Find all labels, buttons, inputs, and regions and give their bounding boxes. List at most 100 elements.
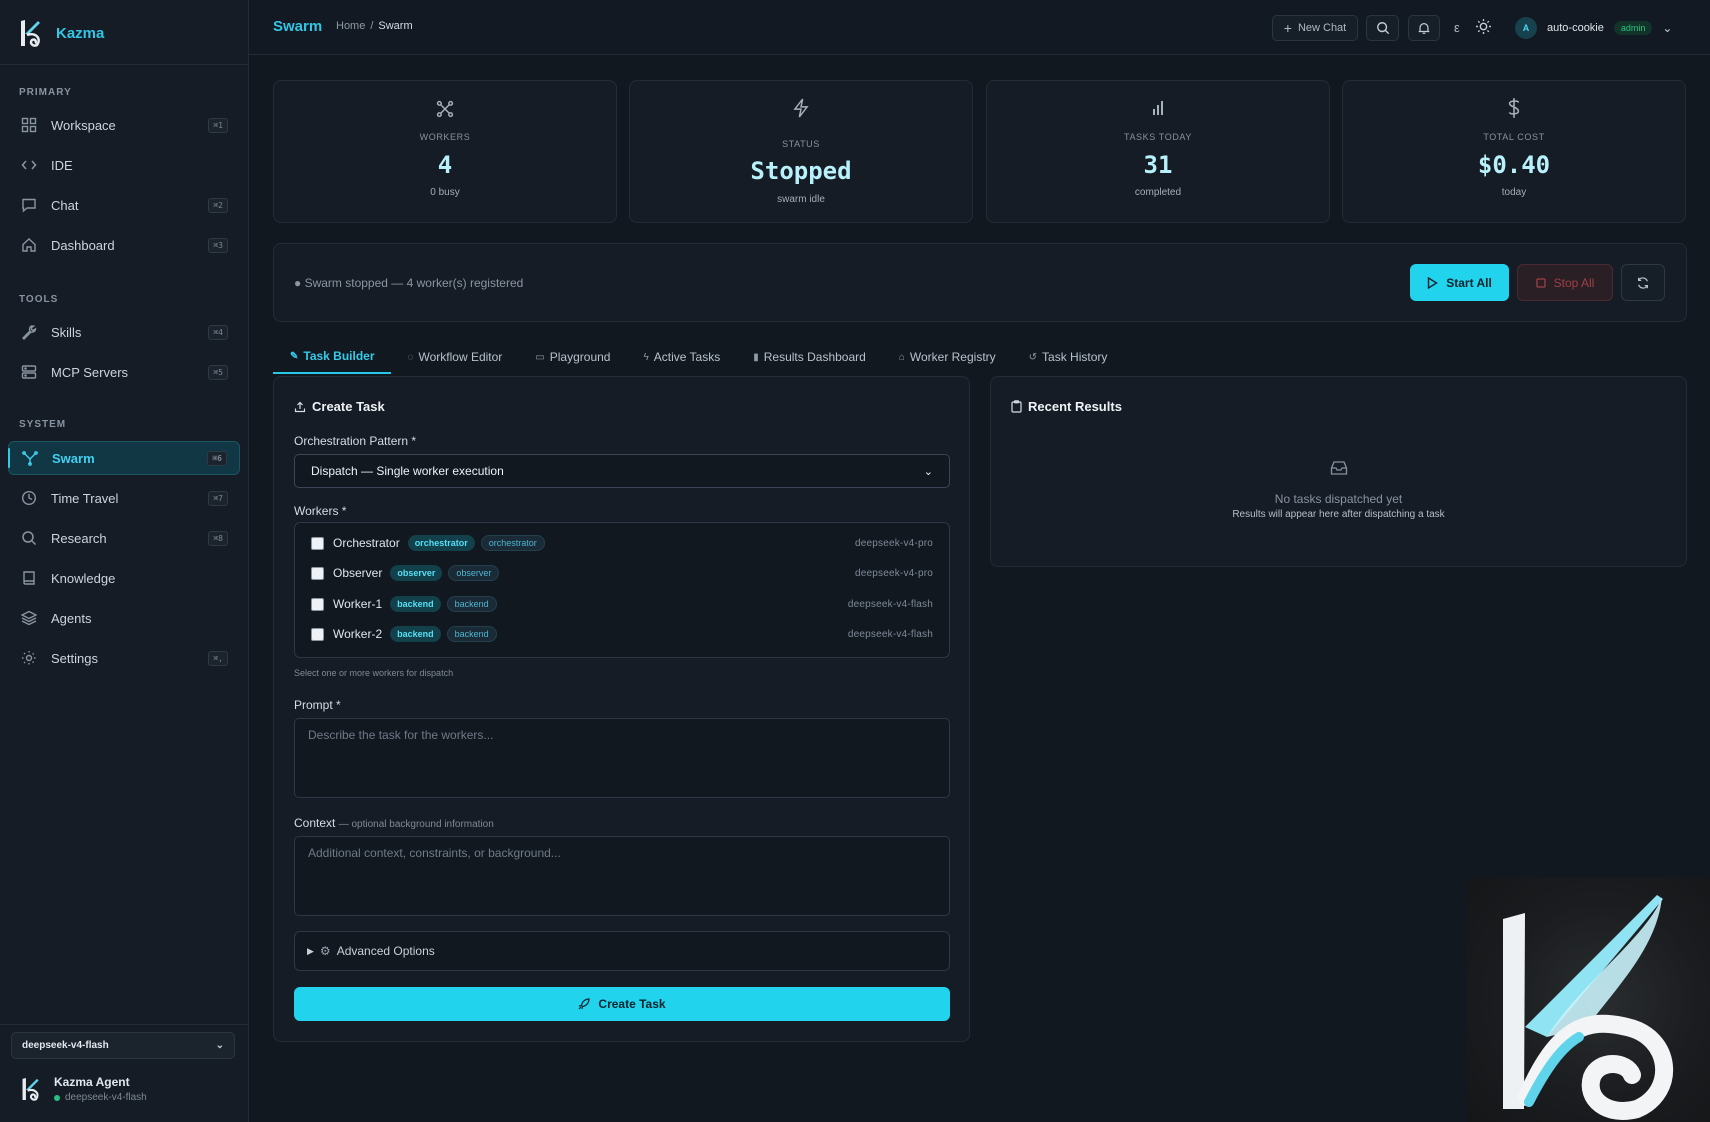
sidebar-item-ide[interactable]: IDE bbox=[8, 148, 240, 182]
dollar-icon bbox=[1343, 97, 1685, 119]
worker-row[interactable]: Worker-1 backend backend deepseek-v4-fla… bbox=[311, 594, 933, 614]
gear-icon bbox=[20, 649, 38, 667]
create-task-label: Create Task bbox=[598, 997, 666, 1011]
tab-results-dashboard[interactable]: ▮ Results Dashboard bbox=[736, 340, 882, 374]
sidebar-item-research[interactable]: Research ⌘8 bbox=[8, 521, 240, 555]
worker-checkbox[interactable] bbox=[311, 597, 324, 611]
stat-sub: 0 busy bbox=[430, 187, 460, 198]
context-label-sub: — optional background information bbox=[338, 819, 494, 830]
shortcut-badge: ⌘8 bbox=[208, 530, 228, 546]
sidebar-item-skills[interactable]: Skills ⌘4 bbox=[8, 315, 240, 349]
workers-label: Workers * bbox=[294, 504, 347, 518]
shortcut-badge: ⌘2 bbox=[208, 197, 228, 213]
bar-chart-icon: ▮ bbox=[753, 351, 759, 363]
sidebar-item-label: IDE bbox=[51, 157, 73, 173]
create-task-title: Create Task bbox=[312, 399, 385, 414]
model-select-value: deepseek-v4-flash bbox=[22, 1040, 109, 1051]
worker-role-badge: backend bbox=[390, 596, 441, 612]
create-task-panel: Create Task Orchestration Pattern * Disp… bbox=[273, 376, 970, 1042]
worker-model: deepseek-v4-pro bbox=[854, 567, 933, 579]
notifications-button[interactable] bbox=[1408, 15, 1440, 41]
breadcrumb: Home / Swarm bbox=[336, 20, 413, 32]
code-icon bbox=[20, 156, 38, 174]
user-menu[interactable]: A auto-cookie admin ⌄ bbox=[1515, 17, 1672, 39]
stat-label: WORKERS bbox=[419, 132, 471, 142]
breadcrumb-separator: / bbox=[370, 20, 374, 32]
workers-list: Orchestrator orchestrator orchestrator d… bbox=[294, 522, 950, 658]
shortcut-badge: ⌘5 bbox=[208, 364, 228, 380]
shortcut-badge: ⌘, bbox=[208, 650, 228, 666]
top-bar: Swarm Home / Swarm + New Chat ε A auto-c… bbox=[249, 0, 1710, 55]
worker-checkbox[interactable] bbox=[311, 536, 324, 550]
tab-active-tasks[interactable]: ϟ Active Tasks bbox=[626, 340, 736, 374]
shortcut-badge: ⌘6 bbox=[207, 450, 227, 466]
tab-task-history[interactable]: ↺ Task History bbox=[1012, 340, 1124, 374]
orchestration-pattern-select[interactable]: Dispatch — Single worker execution ⌄ bbox=[294, 454, 950, 488]
tab-worker-registry[interactable]: ⌂ Worker Registry bbox=[882, 340, 1012, 374]
advanced-options-toggle[interactable]: ▶ ⚙ Advanced Options bbox=[294, 931, 950, 971]
model-select[interactable]: deepseek-v4-flash ⌄ bbox=[11, 1032, 235, 1059]
sidebar-item-mcp-servers[interactable]: MCP Servers ⌘5 bbox=[8, 355, 240, 389]
bell-icon bbox=[1418, 23, 1430, 34]
tab-playground[interactable]: ▭ Playground bbox=[518, 340, 626, 374]
bolt-icon: ϟ bbox=[643, 351, 649, 363]
gear-icon: ⚙ bbox=[319, 944, 331, 958]
tab-workflow-editor[interactable]: ◌ Workflow Editor bbox=[391, 340, 519, 374]
prompt-textarea[interactable]: Describe the task for the workers... bbox=[294, 718, 950, 798]
breadcrumb-home[interactable]: Home bbox=[336, 20, 365, 32]
create-task-button[interactable]: Create Task bbox=[294, 987, 950, 1021]
context-label-text: Context bbox=[294, 816, 336, 830]
search-icon bbox=[20, 529, 38, 547]
panel-title: Recent Results bbox=[1011, 399, 1122, 414]
registry-icon: ⌂ bbox=[898, 351, 905, 363]
stop-all-button[interactable]: Stop All bbox=[1517, 264, 1613, 301]
sidebar-item-label: Time Travel bbox=[51, 490, 119, 506]
brand[interactable]: Kazma bbox=[18, 19, 104, 47]
context-textarea[interactable]: Additional context, constraints, or back… bbox=[294, 836, 950, 916]
sidebar-item-dashboard[interactable]: Dashboard ⌘3 bbox=[8, 228, 240, 262]
role-badge: admin bbox=[1613, 21, 1653, 35]
new-chat-label: New Chat bbox=[1297, 22, 1347, 34]
stat-card-status: STATUS Stopped swarm idle bbox=[629, 80, 973, 223]
worker-checkbox[interactable] bbox=[311, 566, 324, 580]
sidebar-item-knowledge[interactable]: Knowledge bbox=[8, 561, 240, 595]
advanced-options-label: Advanced Options bbox=[336, 944, 435, 958]
home-icon bbox=[20, 236, 38, 254]
refresh-button[interactable] bbox=[1621, 264, 1665, 301]
start-all-button[interactable]: Start All bbox=[1410, 264, 1509, 301]
stat-card-tasks-today: TASKS TODAY 31 completed bbox=[986, 80, 1330, 223]
sidebar-item-label: Chat bbox=[51, 197, 79, 213]
sidebar-item-chat[interactable]: Chat ⌘2 bbox=[8, 188, 240, 222]
start-all-label: Start All bbox=[1446, 275, 1492, 290]
shortcut-badge: ⌘3 bbox=[208, 237, 228, 253]
play-icon bbox=[1428, 276, 1439, 289]
stop-icon bbox=[1535, 277, 1546, 288]
sidebar-item-workspace[interactable]: Workspace ⌘1 bbox=[8, 108, 240, 142]
panel-title: Create Task bbox=[294, 399, 385, 414]
pencil-icon: ✎ bbox=[290, 350, 299, 362]
book-icon bbox=[20, 569, 38, 587]
language-toggle[interactable]: ε bbox=[1454, 20, 1460, 35]
theme-toggle[interactable] bbox=[1475, 18, 1492, 38]
kazma-logo-icon bbox=[22, 1078, 39, 1101]
sidebar-item-label: Research bbox=[51, 530, 107, 546]
worker-tag-badge: backend bbox=[446, 626, 497, 642]
new-chat-button[interactable]: + New Chat bbox=[1272, 15, 1358, 41]
worker-checkbox[interactable] bbox=[311, 627, 324, 641]
sidebar-item-agents[interactable]: Agents bbox=[8, 601, 240, 635]
search-icon bbox=[1376, 22, 1389, 35]
bolt-icon bbox=[630, 98, 972, 120]
breadcrumb-current: Swarm bbox=[378, 20, 413, 32]
online-status-dot bbox=[54, 1094, 60, 1101]
tab-label: Results Dashboard bbox=[763, 350, 866, 364]
sidebar-item-label: Skills bbox=[51, 324, 82, 340]
worker-row[interactable]: Worker-2 backend backend deepseek-v4-fla… bbox=[311, 624, 933, 644]
tab-task-builder[interactable]: ✎ Task Builder bbox=[273, 340, 391, 374]
shortcut-badge: ⌘1 bbox=[208, 117, 228, 133]
sidebar-item-settings[interactable]: Settings ⌘, bbox=[8, 641, 240, 675]
sidebar-item-swarm[interactable]: Swarm ⌘6 bbox=[8, 441, 240, 475]
worker-row[interactable]: Orchestrator orchestrator orchestrator d… bbox=[311, 533, 933, 553]
sidebar-item-time-travel[interactable]: Time Travel ⌘7 bbox=[8, 481, 240, 515]
search-button[interactable] bbox=[1366, 15, 1399, 41]
worker-row[interactable]: Observer observer observer deepseek-v4-p… bbox=[311, 563, 933, 583]
